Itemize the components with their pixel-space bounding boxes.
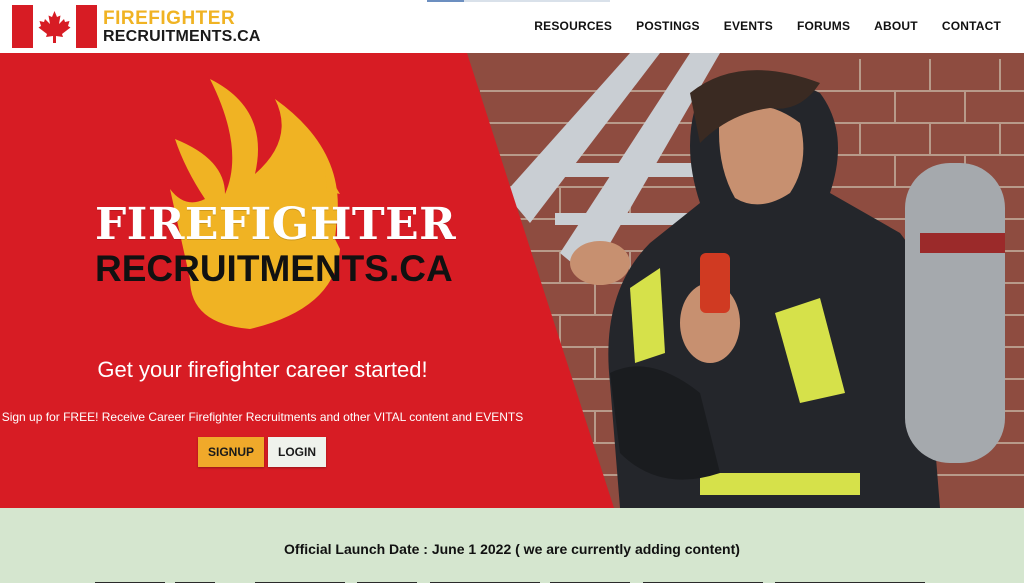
nav-forums[interactable]: FORUMS xyxy=(797,19,850,33)
hero-tagline: Get your firefighter career started! xyxy=(97,357,428,382)
site-header: FIREFIGHTER RECRUITMENTS.CA RESOURCES PO… xyxy=(0,0,1024,53)
hero-logo-title: FIREFIGHTER xyxy=(95,199,457,250)
brand-subtitle: RECRUITMENTS.CA xyxy=(103,28,261,45)
hero-section: FIREFIGHTER RECRUITMENTS.CA Get your fir… xyxy=(0,53,1024,508)
nav-postings[interactable]: POSTINGS xyxy=(636,19,700,33)
announcement-band: Official Launch Date : June 1 2022 ( we … xyxy=(0,508,1024,583)
hero-logo-subtitle: RECRUITMENTS.CA xyxy=(95,248,453,289)
canada-flag-icon[interactable] xyxy=(12,5,97,48)
nav-about[interactable]: ABOUT xyxy=(874,19,918,33)
nav-events[interactable]: EVENTS xyxy=(724,19,773,33)
hero-logo-text: FIREFIGHTER RECRUITMENTS.CA xyxy=(95,199,457,289)
nav-contact[interactable]: CONTACT xyxy=(942,19,1001,33)
clipped-paragraph-text xyxy=(95,582,925,583)
site-logo-text[interactable]: FIREFIGHTER RECRUITMENTS.CA xyxy=(103,9,261,45)
login-button[interactable]: LOGIN xyxy=(268,437,326,467)
brand-title: FIREFIGHTER xyxy=(103,8,236,29)
signup-button[interactable]: SIGNUP xyxy=(198,437,264,467)
launch-date-text: Official Launch Date : June 1 2022 ( we … xyxy=(284,541,740,557)
nav-resources[interactable]: RESOURCES xyxy=(534,19,612,33)
top-scroll-indicator xyxy=(427,0,610,2)
main-nav: RESOURCES POSTINGS EVENTS FORUMS ABOUT C… xyxy=(510,19,1001,33)
hero-subtext: Sign up for FREE! Receive Career Firefig… xyxy=(1,410,524,424)
